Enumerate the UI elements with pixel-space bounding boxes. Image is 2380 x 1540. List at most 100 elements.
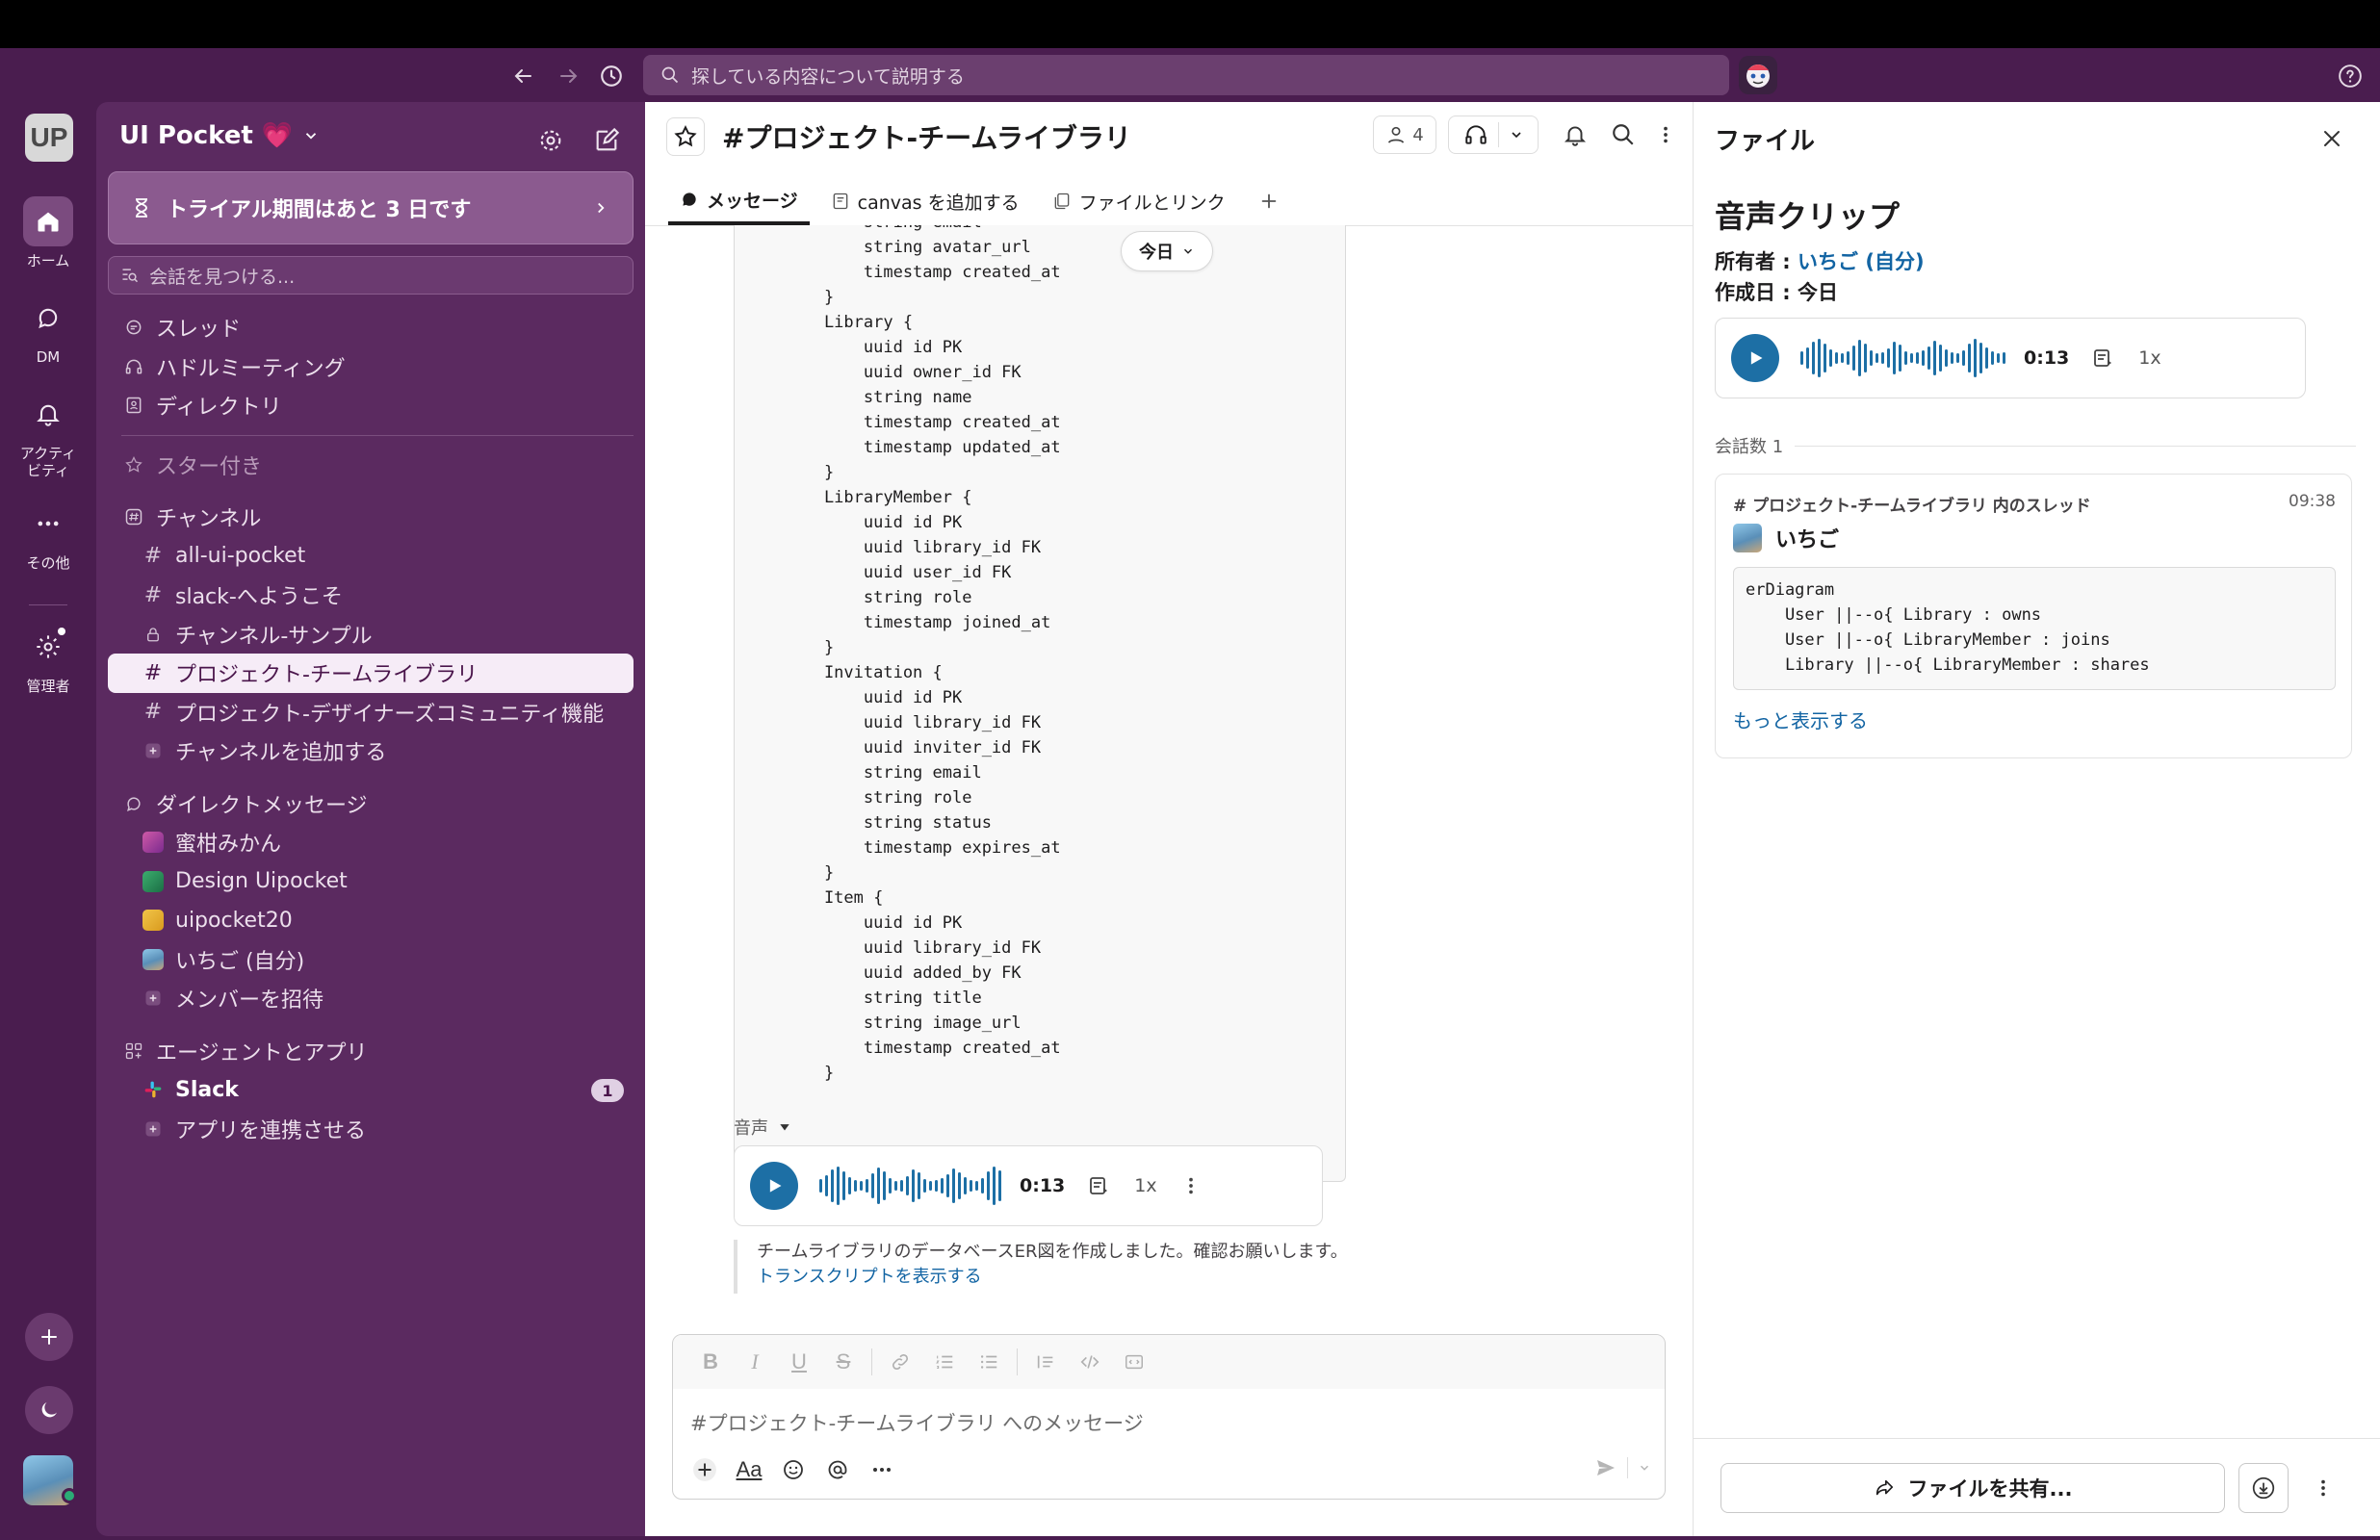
settings-button[interactable] [531, 121, 570, 160]
sidebar-item-huddles[interactable]: ハドルミーティング [108, 347, 634, 387]
link-icon[interactable] [878, 1351, 922, 1373]
hash-icon: # [143, 660, 163, 685]
huddle-button[interactable] [1448, 116, 1539, 154]
back-arrow-icon[interactable] [506, 60, 539, 92]
dm-section-label: ダイレクトメッセージ [156, 793, 368, 818]
emoji-icon[interactable] [771, 1450, 815, 1489]
connect-app-button[interactable]: アプリを連携させる [108, 1110, 634, 1149]
sidebar-item-dm[interactable]: Design Uipocket [108, 862, 634, 902]
kebab-menu-icon[interactable] [1180, 1175, 1202, 1196]
audio-player: 0:13 1x [734, 1145, 1323, 1226]
waveform-bar [1899, 345, 1901, 372]
waveform-bar [964, 1177, 967, 1194]
sidebar-section-starred[interactable]: スター付き [108, 446, 634, 485]
sidebar-item-directory[interactable]: ディレクトリ [108, 386, 634, 425]
sidebar-section-dm[interactable]: ダイレクトメッセージ [108, 784, 634, 824]
create-new-button[interactable] [25, 1313, 73, 1361]
waveform[interactable] [1800, 334, 2008, 382]
message-input[interactable]: #プロジェクト-チームライブラリ へのメッセージ [690, 1408, 1144, 1437]
kebab-menu-icon[interactable] [2304, 1463, 2342, 1513]
formatting-toolbar: B I U S [673, 1335, 1665, 1389]
history-clock-icon[interactable] [595, 60, 628, 92]
strikethrough-icon[interactable]: S [821, 1349, 866, 1374]
date-jump-button[interactable]: 今日 [1121, 231, 1213, 271]
star-channel-button[interactable] [666, 117, 705, 156]
sidebar-item-channel[interactable]: # slack-へようこそ [108, 576, 634, 615]
search-input[interactable]: 探している内容について説明する [643, 55, 1729, 95]
code-block-icon[interactable] [1112, 1351, 1156, 1373]
sidebar-item-channel[interactable]: チャンネル-サンプル [108, 615, 634, 654]
transcript-toggle-icon[interactable] [1088, 1174, 1111, 1197]
workspace-switcher[interactable]: UI Pocket 💗 [119, 121, 320, 150]
invite-member-button[interactable]: メンバーを招待 [108, 979, 634, 1018]
sidebar-item-app-slack[interactable]: Slack 1 [108, 1070, 634, 1110]
theme-toggle-button[interactable] [25, 1386, 73, 1434]
channel-more-button[interactable] [1646, 116, 1685, 154]
tab-label: メッセージ [707, 190, 798, 212]
underline-icon[interactable]: U [777, 1349, 821, 1374]
bold-icon[interactable]: B [688, 1349, 733, 1374]
play-button[interactable] [1731, 334, 1779, 382]
rail-admin[interactable]: 管理者 [0, 622, 96, 695]
blockquote-icon[interactable] [1023, 1351, 1068, 1373]
sidebar-item-threads[interactable]: スレッド [108, 308, 634, 347]
add-tab-button[interactable] [1247, 177, 1299, 225]
mention-icon[interactable] [815, 1450, 860, 1489]
close-panel-button[interactable] [2313, 119, 2351, 158]
chevron-down-icon[interactable] [1638, 1461, 1651, 1475]
sidebar-section-apps[interactable]: エージェントとアプリ [108, 1032, 634, 1071]
files-icon [1054, 192, 1069, 210]
thread-author: いちご [1733, 523, 1839, 553]
waveform-bar [1800, 351, 1803, 365]
code-icon[interactable] [1068, 1351, 1112, 1373]
italic-icon[interactable]: I [733, 1349, 777, 1374]
attach-button[interactable] [683, 1450, 727, 1489]
os-top-bar [0, 0, 2380, 48]
play-button[interactable] [750, 1162, 798, 1210]
forward-arrow-icon[interactable] [553, 60, 585, 92]
transcript-toggle-icon[interactable] [2092, 346, 2115, 370]
sidebar-item-channel[interactable]: # all-ui-pocket [108, 537, 634, 577]
workspace-logo[interactable]: UP [25, 114, 73, 162]
share-file-button[interactable]: ファイルを共有... [1720, 1463, 2225, 1513]
rail-dm[interactable]: DM [0, 293, 96, 366]
playback-speed[interactable]: 1x [2138, 347, 2160, 369]
show-more-link[interactable]: もっと表示する [1733, 706, 1868, 733]
download-button[interactable] [2238, 1463, 2289, 1513]
add-channel-button[interactable]: チャンネルを追加する [108, 732, 634, 771]
tab-add-canvas[interactable]: canvas を追加する [819, 177, 1031, 225]
panel-title: ファイル [1715, 127, 1816, 156]
text-format-icon[interactable]: Aa [727, 1450, 771, 1489]
rail-activity[interactable]: アクティ ビティ [0, 389, 96, 479]
compose-button[interactable] [587, 121, 626, 160]
send-icon[interactable] [1594, 1456, 1617, 1479]
thread-card[interactable]: # プロジェクト-チームライブラリ 内のスレッド 09:38 いちご erDia… [1715, 474, 2352, 758]
sidebar-item-channel-active[interactable]: # プロジェクト-チームライブラリ [108, 654, 634, 693]
channel-search-button[interactable] [1604, 116, 1643, 154]
more-dots-icon[interactable] [860, 1450, 904, 1489]
show-transcript-link[interactable]: トランスクリプトを表示する [757, 1265, 1348, 1290]
rail-home[interactable]: ホーム [0, 196, 96, 270]
rail-more[interactable]: その他 [0, 499, 96, 572]
sidebar-item-dm-self[interactable]: いちご (自分) [108, 940, 634, 980]
sidebar-item-dm[interactable]: uipocket20 [108, 901, 634, 940]
ordered-list-icon[interactable] [922, 1351, 967, 1373]
owner-link[interactable]: いちご (自分) [1798, 250, 1925, 273]
sidebar-item-channel[interactable]: # プロジェクト-デザイナーズコミュニティ機能 [108, 693, 634, 732]
members-button[interactable]: 4 [1373, 116, 1436, 154]
sidebar-item-dm[interactable]: 蜜柑みかん [108, 823, 634, 862]
notifications-button[interactable] [1556, 116, 1594, 154]
find-conversation-input[interactable]: 会話を見つける... [108, 256, 634, 295]
channel-title[interactable]: #プロジェクト-チームライブラリ [722, 117, 1131, 156]
waveform-bar [1818, 339, 1821, 377]
sidebar-section-channels[interactable]: チャンネル [108, 498, 634, 537]
tab-messages[interactable]: メッセージ [668, 177, 810, 225]
help-icon[interactable] [2334, 60, 2367, 92]
bullet-list-icon[interactable] [967, 1351, 1011, 1373]
playback-speed[interactable]: 1x [1134, 1175, 1156, 1196]
tab-files-links[interactable]: ファイルとリンク [1041, 177, 1237, 225]
waveform[interactable] [819, 1162, 1004, 1210]
trial-banner[interactable]: トライアル期間はあと 3 日です [108, 171, 634, 244]
ai-assistant-icon[interactable] [1739, 56, 1777, 94]
audio-section-toggle[interactable]: 音声 [734, 1115, 791, 1140]
